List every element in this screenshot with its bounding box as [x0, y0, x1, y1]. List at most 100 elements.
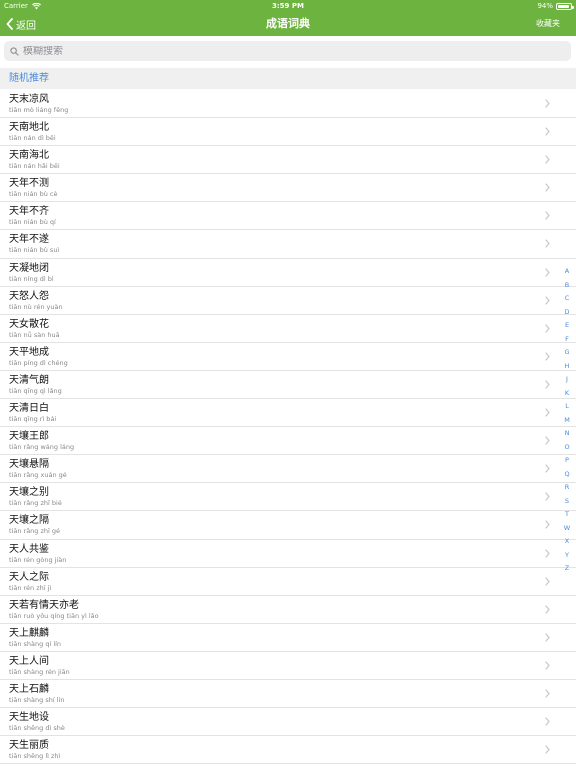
- index-letter-g[interactable]: G: [560, 346, 574, 360]
- chevron-right-icon: [545, 576, 550, 586]
- pinyin-text: tiān shēng lì zhì: [9, 752, 61, 761]
- pinyin-text: tiān shàng shí lín: [9, 695, 65, 704]
- index-letter-l[interactable]: L: [560, 400, 574, 414]
- list-item[interactable]: 天凝地闭 tiān níng dì bì: [0, 259, 576, 287]
- index-letter-k[interactable]: K: [560, 387, 574, 401]
- list-item[interactable]: 天上石麟 tiān shàng shí lín: [0, 680, 576, 709]
- list-item[interactable]: 天生丽质 tiān shēng lì zhì: [0, 736, 576, 765]
- idiom-text: 天若有情天亦老: [9, 599, 79, 611]
- list-item[interactable]: 天平地成 tiān píng dì chéng: [0, 343, 576, 371]
- chevron-right-icon: [545, 548, 550, 558]
- idiom-text: 天生地设: [9, 712, 49, 724]
- pinyin-text: tiān rǎng xuán gé: [9, 471, 67, 480]
- index-letter-q[interactable]: Q: [560, 468, 574, 482]
- chevron-right-icon: [545, 436, 550, 445]
- list-item[interactable]: 天年不齐 tiān nián bù qí: [0, 202, 576, 231]
- index-letter-h[interactable]: H: [560, 360, 574, 374]
- search-icon: [10, 46, 19, 56]
- list-item[interactable]: 天人之际 tiān rén zhī jì: [0, 568, 576, 596]
- battery-percent: 94%: [537, 2, 553, 10]
- list-item[interactable]: 天上麒麟 tiān shàng qí lín: [0, 624, 576, 652]
- idiom-text: 天壤之隔: [9, 515, 49, 527]
- list-item[interactable]: 天人共鉴 tiān rén gòng jiàn: [0, 540, 576, 568]
- index-letter-c[interactable]: C: [560, 292, 574, 306]
- alphabet-index[interactable]: ABCDEFGHJKLMNOPQRSTWXYZ: [560, 265, 574, 576]
- index-letter-r[interactable]: R: [560, 481, 574, 495]
- idiom-text: 天凝地闭: [9, 262, 49, 274]
- pinyin-text: tiān shàng qí lín: [9, 639, 62, 648]
- pinyin-text: tiān rǎng zhī bié: [9, 499, 62, 508]
- index-letter-f[interactable]: F: [560, 333, 574, 347]
- list-item[interactable]: 天清日白 tiān qīng rì bái: [0, 399, 576, 428]
- chevron-right-icon: [545, 324, 550, 333]
- chevron-right-icon: [545, 183, 550, 192]
- index-letter-d[interactable]: D: [560, 306, 574, 320]
- list-item[interactable]: 天壤王郎 tiān rǎng wáng láng: [0, 427, 576, 456]
- chevron-right-icon: [545, 352, 550, 361]
- favorites-button[interactable]: 收藏夹: [536, 12, 560, 36]
- list-item[interactable]: 天南海北 tiān nán hǎi běi: [0, 146, 576, 175]
- index-letter-o[interactable]: O: [560, 441, 574, 455]
- list-item[interactable]: 天上人间 tiān shàng rén jiān: [0, 652, 576, 680]
- pinyin-text: tiān nǚ sàn huā: [9, 330, 60, 339]
- idiom-text: 天上麒麟: [9, 627, 49, 639]
- list-item[interactable]: 天怒人怨 tiān nù rén yuàn: [0, 287, 576, 315]
- idiom-text: 天人之际: [9, 571, 49, 583]
- index-letter-n[interactable]: N: [560, 427, 574, 441]
- battery-group: 94%: [537, 0, 574, 12]
- list-item[interactable]: 天女散花 tiān nǚ sàn huā: [0, 315, 576, 343]
- list-item[interactable]: 天末凉风 tiān mò liáng fēng: [0, 90, 576, 119]
- search-box[interactable]: [4, 41, 571, 61]
- back-label: 返回: [16, 20, 36, 32]
- idiom-text: 天南海北: [9, 150, 49, 162]
- idiom-text: 天清日白: [9, 403, 49, 415]
- idiom-text: 天清气朗: [9, 374, 49, 386]
- chevron-right-icon: [545, 464, 550, 473]
- index-letter-t[interactable]: T: [560, 508, 574, 522]
- page-title: 成语词典: [266, 17, 310, 30]
- pinyin-text: tiān nù rén yuàn: [9, 302, 63, 311]
- pinyin-text: tiān níng dì bì: [9, 274, 54, 283]
- list-item[interactable]: 天壤之隔 tiān rǎng zhī gé: [0, 511, 576, 540]
- chevron-left-icon: [6, 18, 13, 30]
- back-button[interactable]: 返回: [6, 12, 36, 36]
- idiom-text: 天壤之别: [9, 487, 49, 499]
- idiom-text: 天年不测: [9, 178, 49, 190]
- search-input[interactable]: [23, 45, 543, 57]
- index-letter-w[interactable]: W: [560, 522, 574, 536]
- list-item[interactable]: 天若有情天亦老 tiān ruò yǒu qíng tiān yì lǎo: [0, 596, 576, 624]
- index-letter-a[interactable]: A: [560, 265, 574, 279]
- index-letter-p[interactable]: P: [560, 454, 574, 468]
- chevron-right-icon: [545, 605, 550, 614]
- chevron-right-icon: [545, 99, 550, 108]
- chevron-right-icon: [545, 239, 550, 249]
- list-item[interactable]: 天生地设 tiān shēng dì shè: [0, 708, 576, 737]
- index-letter-y[interactable]: Y: [560, 549, 574, 563]
- pinyin-text: tiān rǎng wáng láng: [9, 443, 75, 452]
- list-item[interactable]: 天清气朗 tiān qīng qì lǎng: [0, 371, 576, 400]
- chevron-right-icon: [545, 717, 550, 726]
- pinyin-text: tiān nán hǎi běi: [9, 162, 60, 171]
- status-bar: Carrier 3:59 PM 94%: [0, 0, 576, 12]
- index-letter-z[interactable]: Z: [560, 562, 574, 576]
- index-letter-x[interactable]: X: [560, 535, 574, 549]
- pinyin-text: tiān píng dì chéng: [9, 358, 68, 367]
- index-letter-m[interactable]: M: [560, 414, 574, 428]
- chevron-right-icon: [545, 296, 550, 305]
- navigation-bar: 返回 成语词典 收藏夹: [0, 12, 576, 36]
- idiom-text: 天上人间: [9, 655, 49, 667]
- index-letter-j[interactable]: J: [560, 373, 574, 387]
- list-item[interactable]: 天年不遂 tiān nián bù suì: [0, 230, 576, 259]
- pinyin-text: tiān shēng dì shè: [9, 724, 65, 733]
- chevron-right-icon: [545, 633, 550, 642]
- pinyin-text: tiān mò liáng fēng: [9, 106, 69, 114]
- index-letter-e[interactable]: E: [560, 319, 574, 333]
- chevron-right-icon: [545, 267, 550, 277]
- list-item[interactable]: 天壤之别 tiān rǎng zhī bié: [0, 483, 576, 512]
- list-item[interactable]: 天南地北 tiān nán dì běi: [0, 118, 576, 147]
- idiom-text: 天年不齐: [9, 206, 49, 218]
- list-item[interactable]: 天壤悬隔 tiān rǎng xuán gé: [0, 455, 576, 484]
- list-item[interactable]: 天年不测 tiān nián bù cè: [0, 174, 576, 203]
- index-letter-s[interactable]: S: [560, 495, 574, 509]
- index-letter-b[interactable]: B: [560, 279, 574, 293]
